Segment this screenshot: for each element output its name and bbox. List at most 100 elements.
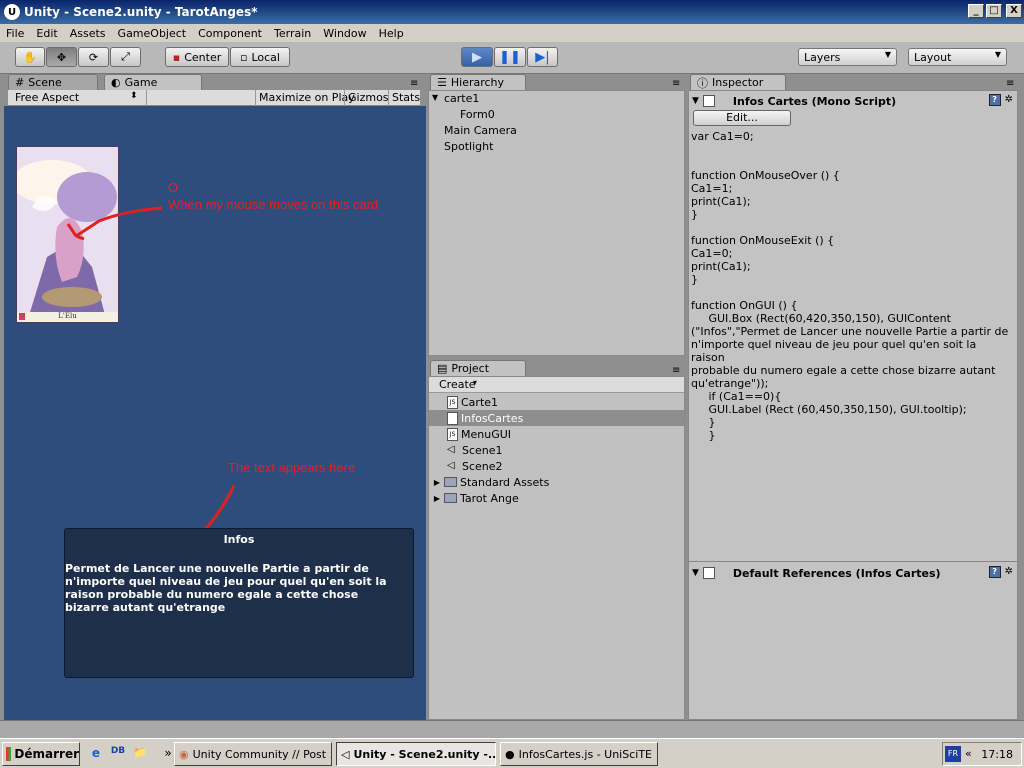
panel-menu-icon[interactable]: ≡ (1006, 78, 1014, 89)
stats-toggle[interactable]: Stats (392, 91, 420, 104)
taskbar-item-unity[interactable]: ◁ Unity - Scene2.unity -... (336, 742, 496, 766)
uniscite-icon: ● (505, 747, 515, 761)
gear-icon[interactable]: ✲ (1005, 566, 1013, 578)
ie-icon[interactable]: e (88, 746, 104, 762)
hand-tool-button[interactable]: ✋ (15, 47, 45, 67)
hierarchy-item-spotlight[interactable]: Spotlight (444, 140, 493, 153)
panel-menu-icon[interactable]: ≡ (672, 365, 680, 376)
menu-bar: File Edit Assets GameObject Component Te… (0, 24, 1024, 42)
maximize-on-play-toggle[interactable]: Maximize on Play (259, 91, 355, 104)
panel-menu-icon[interactable]: ≡ (410, 78, 418, 89)
tab-game[interactable]: ◐ Game (104, 74, 202, 90)
divider (689, 561, 1017, 562)
tab-project[interactable]: ▤ Project (430, 360, 526, 376)
create-dropdown[interactable]: Create (439, 378, 476, 391)
hierarchy-icon: ☰ (437, 76, 447, 89)
layers-dropdown[interactable]: Layers ▼ (798, 48, 897, 66)
gizmos-toggle[interactable]: Gizmos (348, 91, 389, 104)
panel-menu-icon[interactable]: ≡ (672, 78, 680, 89)
hierarchy-item-main-camera[interactable]: Main Camera (444, 124, 517, 137)
project-item-infoscartes[interactable]: JS InfosCartes (429, 410, 684, 426)
minimize-button[interactable]: _ (968, 4, 984, 18)
taskbar-item-uniscite[interactable]: ● InfosCartes.js - UniSciTE (500, 742, 658, 766)
move-tool-button[interactable]: ✥ (46, 47, 77, 67)
menu-component[interactable]: Component (192, 27, 268, 40)
local-space-icon: ▫ (240, 50, 248, 64)
project-item-tarot-ange[interactable]: ▶ Tarot Ange (429, 490, 684, 506)
project-item-scene2[interactable]: ◁ Scene2 (429, 458, 684, 474)
hierarchy-panel: ▼ carte1 Form0 Main Camera Spotlight (428, 90, 685, 356)
expand-arrow-icon[interactable]: ▶ (432, 494, 442, 503)
edit-script-button[interactable]: Edit... (693, 110, 791, 126)
expand-arrow-icon[interactable]: ▼ (432, 93, 438, 102)
layout-label: Layout (914, 50, 952, 64)
js-script-icon: JS (447, 395, 458, 409)
project-item-standard-assets[interactable]: ▶ Standard Assets (429, 474, 684, 490)
tab-inspector[interactable]: ⓘ Inspector (690, 74, 786, 90)
rotate-tool-button[interactable]: ⟳ (78, 47, 109, 67)
pivot-center-button[interactable]: ▪ Center (165, 47, 229, 67)
gear-icon[interactable]: ✲ (1005, 94, 1013, 106)
clock[interactable]: 17:18 (981, 748, 1013, 761)
menu-gameobject[interactable]: GameObject (112, 27, 193, 40)
js-script-icon: JS (447, 411, 458, 425)
hierarchy-item-form0[interactable]: Form0 (460, 108, 495, 121)
unity-logo-icon: U (4, 4, 20, 20)
tab-hierarchy[interactable]: ☰ Hierarchy (430, 74, 526, 90)
pivot-label: Center (184, 50, 222, 64)
pause-button[interactable]: ❚❚ (494, 47, 526, 67)
maximize-button[interactable]: □ (986, 4, 1002, 18)
component-header-infos-cartes[interactable]: ▼ Infos Cartes (Mono Script) ? ✲ (689, 92, 1017, 110)
expand-arrow-icon[interactable]: ▶ (432, 478, 442, 487)
scale-icon: ⤢ (121, 50, 130, 63)
windows-taskbar: Démarrer e DB 📁 » ◉ Unity Community // P… (0, 738, 1024, 768)
space-local-button[interactable]: ▫ Local (230, 47, 290, 67)
layout-dropdown[interactable]: Layout ▼ (908, 48, 1007, 66)
status-bar (0, 720, 1024, 738)
space-label: Local (251, 50, 280, 64)
script-file-icon (702, 95, 715, 107)
help-icon[interactable]: ? (988, 566, 1001, 578)
help-icon[interactable]: ? (988, 94, 1001, 106)
project-item-label: Scene1 (462, 443, 503, 457)
project-item-label: MenuGUI (461, 427, 512, 441)
project-item-scene1[interactable]: ◁ Scene1 (429, 442, 684, 458)
project-item-label: Standard Assets (460, 475, 550, 489)
menu-assets[interactable]: Assets (64, 27, 112, 40)
play-button[interactable]: ▶ (461, 47, 493, 67)
script-source-code: var Ca1=0; function OnMouseOver () { Ca1… (691, 130, 1009, 442)
move-icon: ✥ (56, 50, 67, 64)
close-button[interactable]: X (1006, 4, 1022, 18)
component-header-default-references[interactable]: ▼ Default References (Infos Cartes) ? ✲ (689, 564, 1017, 582)
hand-icon: ✋ (23, 50, 37, 64)
tab-scene[interactable]: # Scene (8, 74, 98, 90)
project-item-label: Tarot Ange (460, 491, 519, 505)
windows-logo-icon (6, 747, 12, 761)
menu-terrain[interactable]: Terrain (268, 27, 317, 40)
step-button[interactable]: ▶| (527, 47, 558, 67)
collapse-arrow-icon[interactable]: ▼ (692, 96, 699, 106)
unity-scene-icon: ◁ (447, 444, 455, 455)
aspect-dropdown[interactable]: Free Aspect (15, 91, 79, 104)
task-label: Unity Community // Post ... (192, 747, 332, 761)
tab-hierarchy-label: Hierarchy (450, 76, 505, 89)
project-icon: ▤ (437, 362, 448, 375)
folder-icon[interactable]: 📁 (132, 746, 148, 762)
hierarchy-item-carte1[interactable]: carte1 (444, 92, 479, 105)
project-item-menugui[interactable]: JS MenuGUI (429, 426, 684, 442)
menu-help[interactable]: Help (373, 27, 410, 40)
tarot-card[interactable]: L'Élu (16, 146, 119, 323)
collapse-arrow-icon[interactable]: ▼ (692, 568, 699, 578)
game-view[interactable]: L'Élu O When my mouse moves on this card… (4, 106, 426, 720)
db-icon[interactable]: DB (110, 746, 126, 762)
menu-file[interactable]: File (0, 27, 30, 40)
project-item-carte1[interactable]: JS Carte1 (429, 394, 684, 410)
scale-tool-button[interactable]: ⤢ (110, 47, 141, 67)
layers-label: Layers (804, 50, 841, 64)
inspector-icon: ⓘ (697, 76, 708, 90)
start-button[interactable]: Démarrer (2, 742, 80, 766)
project-item-label: Scene2 (462, 459, 503, 473)
taskbar-item-firefox[interactable]: ◉ Unity Community // Post ... (174, 742, 332, 766)
menu-edit[interactable]: Edit (30, 27, 63, 40)
menu-window[interactable]: Window (317, 27, 372, 40)
